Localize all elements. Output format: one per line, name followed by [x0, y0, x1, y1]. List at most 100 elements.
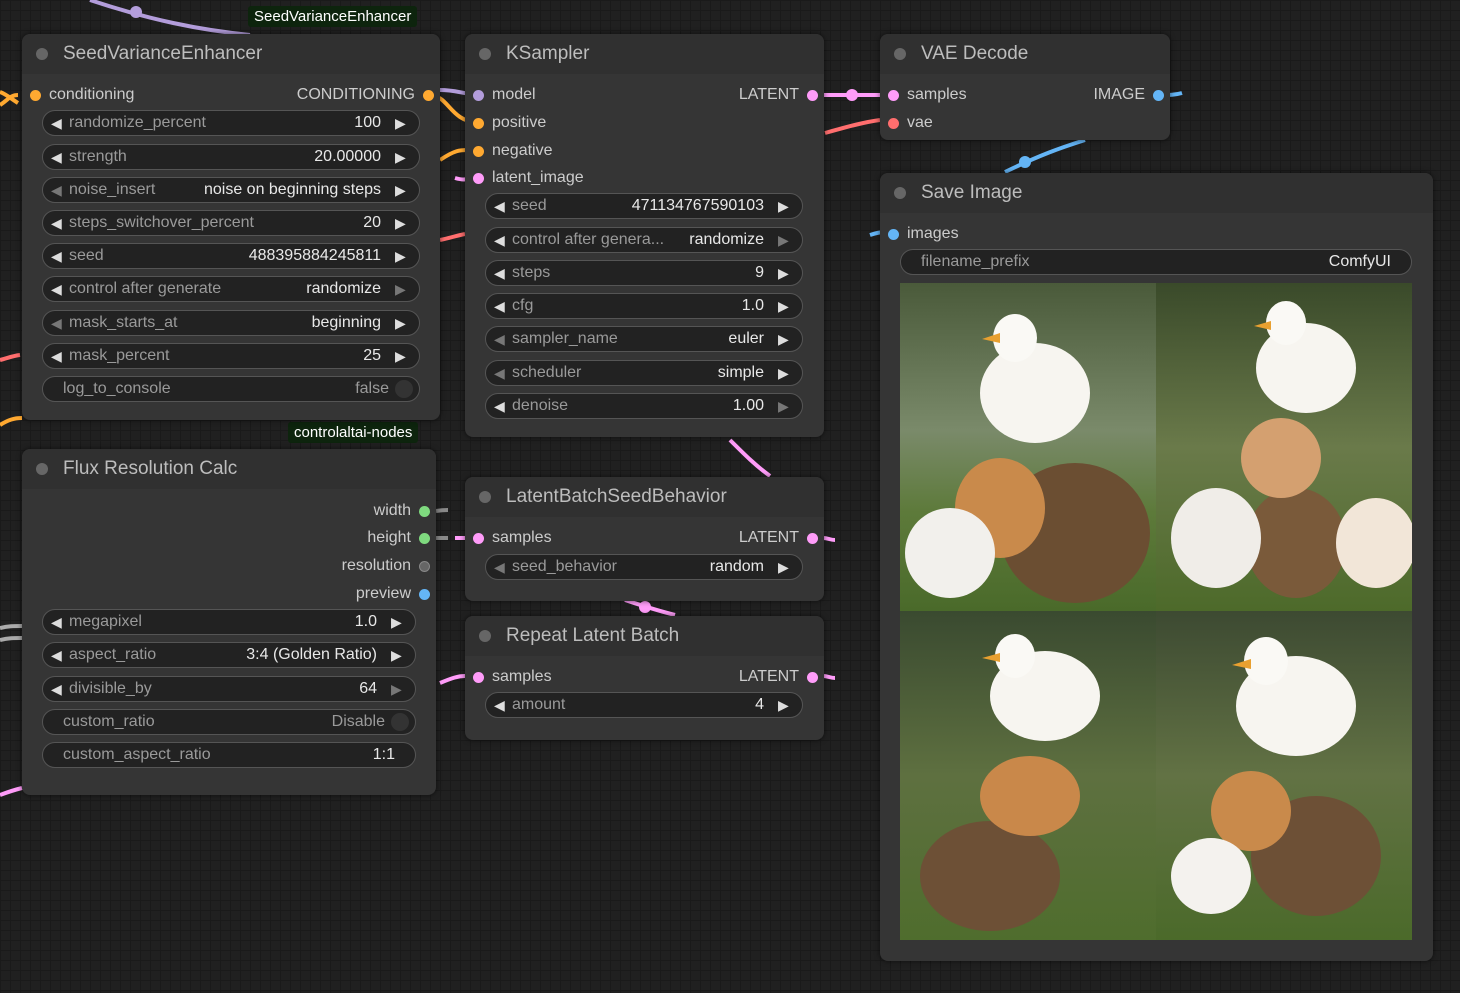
- custom-aspect-ratio-widget[interactable]: custom_aspect_ratio 1:1: [42, 742, 416, 768]
- input-slot-samples[interactable]: samples: [888, 81, 967, 109]
- denoise-widget[interactable]: ◀ denoise 1.00 ▶: [485, 393, 803, 419]
- randomize-percent-widget[interactable]: ◀ randomize_percent 100 ▶: [42, 110, 420, 136]
- slot-dot[interactable]: [419, 505, 430, 517]
- collapse-dot[interactable]: [479, 630, 491, 642]
- increment-arrow[interactable]: ▶: [778, 697, 789, 714]
- decrement-arrow[interactable]: ◀: [51, 248, 62, 265]
- preview-image[interactable]: [900, 283, 1156, 611]
- cfg-widget[interactable]: ◀ cfg 1.0 ▶: [485, 293, 803, 319]
- mask-percent-widget[interactable]: ◀ mask_percent 25 ▶: [42, 343, 420, 369]
- increment-arrow[interactable]: ▶: [778, 365, 789, 382]
- decrement-arrow[interactable]: ◀: [494, 398, 505, 415]
- increment-arrow[interactable]: ▶: [778, 232, 789, 249]
- preview-image[interactable]: [900, 611, 1156, 940]
- slot-dot[interactable]: [807, 532, 818, 544]
- slot-dot[interactable]: [423, 89, 434, 101]
- slot-dot[interactable]: [807, 671, 818, 683]
- preview-image[interactable]: [1156, 283, 1412, 611]
- node-header[interactable]: SeedVarianceEnhancer: [22, 34, 440, 74]
- node-header[interactable]: Flux Resolution Calc: [22, 449, 436, 489]
- custom-ratio-widget[interactable]: custom_ratio Disable: [42, 709, 416, 735]
- increment-arrow[interactable]: ▶: [395, 348, 406, 365]
- decrement-arrow[interactable]: ◀: [51, 647, 62, 664]
- decrement-arrow[interactable]: ◀: [494, 331, 505, 348]
- preview-image[interactable]: [1156, 611, 1412, 940]
- increment-arrow[interactable]: ▶: [395, 248, 406, 265]
- node-header[interactable]: VAE Decode: [880, 34, 1170, 74]
- increment-arrow[interactable]: ▶: [778, 198, 789, 215]
- node-save-image[interactable]: Save Image images filename_prefix ComfyU…: [880, 173, 1433, 961]
- input-slot-negative[interactable]: negative: [473, 137, 553, 165]
- increment-arrow[interactable]: ▶: [395, 315, 406, 332]
- increment-arrow[interactable]: ▶: [778, 298, 789, 315]
- megapixel-widget[interactable]: ◀ megapixel 1.0 ▶: [42, 609, 416, 635]
- node-header[interactable]: KSampler: [465, 34, 824, 74]
- steps-widget[interactable]: ◀ steps 9 ▶: [485, 260, 803, 286]
- decrement-arrow[interactable]: ◀: [51, 681, 62, 698]
- decrement-arrow[interactable]: ◀: [51, 215, 62, 232]
- increment-arrow[interactable]: ▶: [391, 614, 402, 631]
- output-slot-width[interactable]: width: [374, 497, 430, 525]
- divisible-by-widget[interactable]: ◀ divisible_by 64 ▶: [42, 676, 416, 702]
- slot-dot[interactable]: [1153, 89, 1164, 101]
- noise-insert-widget[interactable]: ◀ noise_insert noise on beginning steps ▶: [42, 177, 420, 203]
- node-seed-variance-enhancer[interactable]: SeedVarianceEnhancer conditioning CONDIT…: [22, 34, 440, 420]
- steps-switchover-percent-widget[interactable]: ◀ steps_switchover_percent 20 ▶: [42, 210, 420, 236]
- output-slot-resolution[interactable]: resolution: [342, 552, 430, 580]
- output-slot-latent[interactable]: LATENT: [739, 663, 818, 691]
- control-after-generate-widget[interactable]: ◀ control after generate randomize ▶: [42, 276, 420, 302]
- input-slot-samples[interactable]: samples: [473, 663, 552, 691]
- collapse-dot[interactable]: [479, 48, 491, 60]
- seed-behavior-widget[interactable]: ◀ seed_behavior random ▶: [485, 554, 803, 580]
- decrement-arrow[interactable]: ◀: [494, 265, 505, 282]
- node-repeat-latent-batch[interactable]: Repeat Latent Batch samples LATENT ◀ amo…: [465, 616, 824, 740]
- output-slot-height[interactable]: height: [367, 524, 430, 552]
- node-vae-decode[interactable]: VAE Decode samples vae IMAGE: [880, 34, 1170, 140]
- node-header[interactable]: LatentBatchSeedBehavior: [465, 477, 824, 517]
- seed-widget[interactable]: ◀ seed 488395884245811 ▶: [42, 243, 420, 269]
- increment-arrow[interactable]: ▶: [778, 331, 789, 348]
- increment-arrow[interactable]: ▶: [395, 281, 406, 298]
- decrement-arrow[interactable]: ◀: [494, 198, 505, 215]
- slot-dot[interactable]: [473, 671, 484, 683]
- decrement-arrow[interactable]: ◀: [51, 281, 62, 298]
- seed-widget[interactable]: ◀ seed 471134767590103 ▶: [485, 193, 803, 219]
- image-preview-grid[interactable]: [900, 283, 1412, 940]
- decrement-arrow[interactable]: ◀: [51, 348, 62, 365]
- output-slot-image[interactable]: IMAGE: [1093, 81, 1164, 109]
- node-ksampler[interactable]: KSampler model positive negative latent_…: [465, 34, 824, 437]
- slot-dot[interactable]: [419, 588, 430, 600]
- increment-arrow[interactable]: ▶: [395, 149, 406, 166]
- decrement-arrow[interactable]: ◀: [51, 614, 62, 631]
- slot-dot[interactable]: [473, 145, 484, 157]
- decrement-arrow[interactable]: ◀: [494, 298, 505, 315]
- filename-prefix-widget[interactable]: filename_prefix ComfyUI: [900, 249, 1412, 275]
- slot-dot[interactable]: [419, 560, 430, 572]
- collapse-dot[interactable]: [36, 463, 48, 475]
- output-slot-latent[interactable]: LATENT: [739, 524, 818, 552]
- input-slot-positive[interactable]: positive: [473, 109, 546, 137]
- input-slot-samples[interactable]: samples: [473, 524, 552, 552]
- scheduler-widget[interactable]: ◀ scheduler simple ▶: [485, 360, 803, 386]
- toggle-switch[interactable]: [391, 713, 409, 731]
- input-slot-conditioning[interactable]: conditioning: [30, 81, 134, 109]
- node-latent-batch-seed-behavior[interactable]: LatentBatchSeedBehavior samples LATENT ◀…: [465, 477, 824, 601]
- aspect-ratio-widget[interactable]: ◀ aspect_ratio 3:4 (Golden Ratio) ▶: [42, 642, 416, 668]
- log-to-console-widget[interactable]: log_to_console false: [42, 376, 420, 402]
- decrement-arrow[interactable]: ◀: [51, 149, 62, 166]
- collapse-dot[interactable]: [36, 48, 48, 60]
- node-header[interactable]: Save Image: [880, 173, 1433, 213]
- increment-arrow[interactable]: ▶: [395, 215, 406, 232]
- input-slot-vae[interactable]: vae: [888, 109, 933, 137]
- increment-arrow[interactable]: ▶: [391, 681, 402, 698]
- node-flux-resolution-calc[interactable]: Flux Resolution Calc width height resolu…: [22, 449, 436, 795]
- decrement-arrow[interactable]: ◀: [51, 115, 62, 132]
- strength-widget[interactable]: ◀ strength 20.00000 ▶: [42, 144, 420, 170]
- output-slot-preview[interactable]: preview: [356, 580, 430, 608]
- increment-arrow[interactable]: ▶: [778, 559, 789, 576]
- slot-dot[interactable]: [888, 89, 899, 101]
- increment-arrow[interactable]: ▶: [395, 182, 406, 199]
- slot-dot[interactable]: [473, 532, 484, 544]
- slot-dot[interactable]: [30, 89, 41, 101]
- decrement-arrow[interactable]: ◀: [494, 232, 505, 249]
